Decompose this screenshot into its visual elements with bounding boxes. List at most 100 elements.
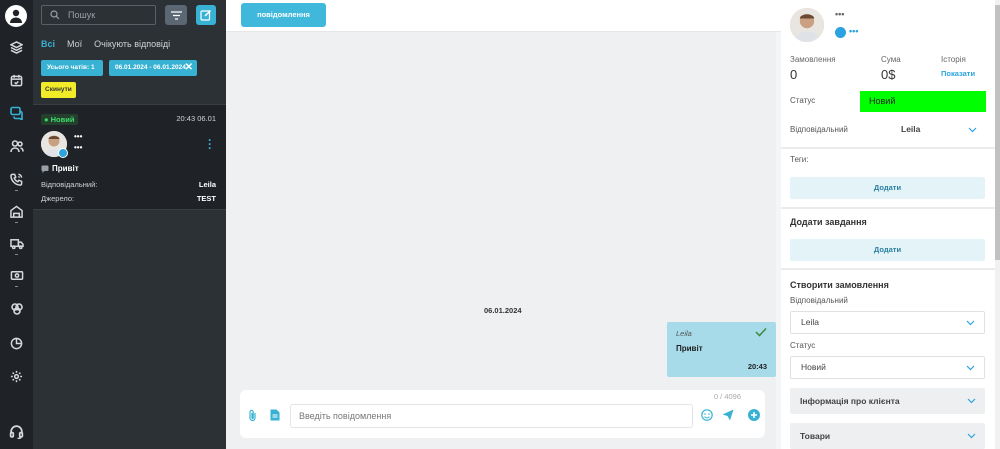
- source-label: Джерело:: [41, 194, 75, 203]
- chat-topbar: повідомлення: [226, 0, 781, 32]
- add-tag-button[interactable]: Додати: [790, 177, 985, 199]
- analytics-icon[interactable]: [0, 330, 33, 356]
- send-icon[interactable]: [722, 409, 734, 421]
- date-range-chip[interactable]: 06.01.2024 - 06.01.2024 ✕: [109, 60, 197, 76]
- telegram-icon: [835, 27, 846, 38]
- date-separator: 06.01.2024: [484, 306, 522, 315]
- client-panel: ••• ••• Замовлення 0 Сума 0$ Історія Пок…: [781, 0, 1000, 449]
- message-time: 20:43: [747, 362, 767, 371]
- responsible-select[interactable]: Leila: [901, 124, 920, 134]
- last-message: Привіт: [41, 164, 79, 173]
- filter-icon: [170, 10, 182, 20]
- responsible-row: Відповідальний: Leila: [41, 180, 216, 189]
- status-badge-label: Новий: [50, 115, 75, 124]
- chevron-down-icon[interactable]: [968, 127, 977, 133]
- phone-icon[interactable]: [0, 166, 33, 192]
- date-range-label: 06.01.2024 - 06.01.2024: [115, 64, 186, 71]
- search-icon: [50, 10, 60, 20]
- client-handle: •••: [849, 26, 859, 36]
- chevron-down-icon: [966, 365, 975, 371]
- conversation-time: 20:43 06.01: [176, 114, 216, 123]
- client-info-label: Інформація про клієнта: [800, 396, 900, 406]
- client-name: •••: [835, 9, 845, 19]
- char-counter: 0 / 4096: [713, 392, 741, 401]
- app-rail: [0, 0, 33, 449]
- divider: [781, 147, 995, 149]
- scrollbar-thumb[interactable]: [995, 5, 1000, 260]
- divider: [781, 207, 995, 209]
- chat-icon[interactable]: [0, 100, 33, 126]
- source-row: Джерело: TEST: [41, 194, 216, 203]
- truck-icon[interactable]: [0, 230, 33, 256]
- status-label: Статус: [790, 96, 816, 105]
- contact-handle: •••: [74, 143, 83, 152]
- calendar-icon[interactable]: [0, 67, 33, 93]
- new-chat-button[interactable]: [196, 5, 216, 25]
- add-icon[interactable]: [748, 409, 760, 421]
- status-badge: ● Новий: [41, 114, 79, 125]
- settings-icon[interactable]: [0, 363, 33, 389]
- tab-all[interactable]: Всі: [41, 39, 55, 49]
- rail-expand-indicator: [15, 286, 18, 287]
- message-icon: [41, 165, 49, 173]
- order-responsible-select[interactable]: Leila: [790, 311, 985, 334]
- tab-awaiting[interactable]: Очікують відповіді: [94, 39, 170, 49]
- profile-icon[interactable]: [5, 5, 27, 27]
- close-icon[interactable]: ✕: [185, 60, 193, 76]
- divider: [781, 268, 995, 270]
- panel-scrollbar[interactable]: [995, 0, 1000, 449]
- order-responsible-label: Відповідальний: [790, 296, 848, 305]
- add-task-title: Додати завдання: [790, 217, 867, 227]
- emoji-icon[interactable]: [701, 409, 713, 421]
- orders-label: Замовлення: [790, 55, 836, 64]
- history-label: Історія: [941, 55, 966, 64]
- more-options-icon[interactable]: · · ·: [208, 134, 212, 154]
- rail-expand-indicator: [15, 254, 18, 255]
- sum-value: 0$: [881, 67, 896, 82]
- chevron-down-icon: [967, 433, 976, 439]
- message-bubble: Leila Привіт 20:43: [667, 322, 776, 377]
- messages-tab-button[interactable]: повідомлення: [241, 3, 326, 27]
- client-avatar: [790, 8, 824, 42]
- message-input[interactable]: Введіть повідомлення: [290, 404, 693, 428]
- order-status-select[interactable]: Новий: [790, 356, 985, 379]
- tab-mine[interactable]: Мої: [67, 39, 82, 49]
- search-placeholder: Пошук: [68, 10, 96, 20]
- create-order-title: Створити замовлення: [790, 280, 889, 290]
- integrations-icon[interactable]: [0, 296, 33, 322]
- order-status-label: Статус: [790, 341, 816, 350]
- tags-label: Теги:: [790, 155, 809, 164]
- reset-filters-button[interactable]: Скинути: [41, 82, 76, 98]
- message-author: Leila: [676, 329, 692, 338]
- chat-count-chip: Усього чатів: 1: [41, 60, 103, 76]
- last-message-text: Привіт: [52, 164, 79, 173]
- conversation-item[interactable]: ● Новий 20:43 06.01 ••• ••• · · · Привіт В…: [33, 104, 226, 210]
- status-select[interactable]: Новий: [860, 91, 986, 112]
- order-status-value: Новий: [801, 362, 826, 372]
- layers-icon[interactable]: [0, 34, 33, 60]
- chat-tabs: Всі Мої Очікують відповіді: [41, 39, 170, 49]
- warehouse-icon[interactable]: [0, 198, 33, 224]
- headset-icon[interactable]: [0, 418, 33, 444]
- add-task-button[interactable]: Додати: [790, 239, 985, 261]
- client-info-accordion[interactable]: Інформація про клієнта: [790, 388, 985, 414]
- responsible-label: Відповідальний:: [41, 180, 98, 189]
- history-show-link[interactable]: Показати: [941, 69, 975, 78]
- attach-icon[interactable]: [248, 409, 258, 422]
- search-input[interactable]: Пошук: [41, 5, 156, 25]
- edit-icon: [200, 9, 212, 21]
- check-icon: [755, 327, 767, 337]
- telegram-icon: [58, 148, 68, 158]
- products-accordion[interactable]: Товари: [790, 423, 985, 449]
- source-value: TEST: [196, 194, 216, 203]
- responsible-value: Leila: [198, 180, 216, 189]
- template-icon[interactable]: [270, 409, 280, 421]
- contact-name: •••: [74, 132, 83, 141]
- rail-expand-indicator: [15, 222, 18, 223]
- filter-button[interactable]: [165, 5, 187, 25]
- chevron-down-icon: [966, 320, 975, 326]
- cash-icon[interactable]: [0, 262, 33, 288]
- users-icon[interactable]: [0, 133, 33, 159]
- message-text: Привіт: [676, 344, 703, 353]
- order-responsible-value: Leila: [801, 317, 819, 327]
